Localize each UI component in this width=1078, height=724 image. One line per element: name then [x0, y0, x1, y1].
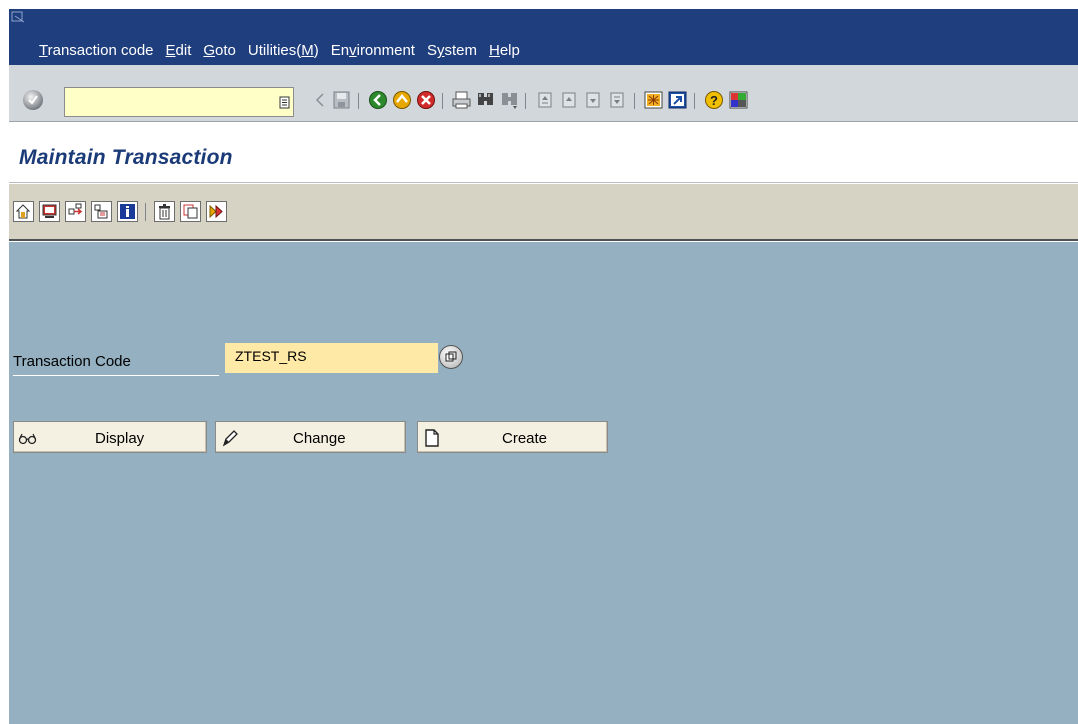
exit-icon[interactable] [392, 90, 413, 110]
menu-utilities[interactable]: Utilities(M) [248, 42, 319, 59]
create-button-label: Create [502, 430, 548, 447]
page-title: Maintain Transaction [19, 146, 233, 169]
pencil-icon [222, 430, 238, 447]
layout-menu-icon[interactable] [728, 90, 749, 110]
last-page-icon[interactable] [607, 90, 628, 110]
menu-goto[interactable]: Goto [203, 42, 236, 59]
shortcut-icon[interactable] [667, 90, 688, 110]
svg-text:?: ? [710, 93, 718, 108]
save-icon[interactable] [331, 90, 352, 110]
value-help-icon[interactable] [439, 345, 463, 369]
transport-icon[interactable] [206, 201, 227, 222]
enter-icon[interactable] [23, 90, 43, 110]
display-button-label: Display [95, 430, 145, 447]
change-button[interactable]: Change [215, 421, 406, 453]
first-page-icon[interactable] [535, 90, 556, 110]
back-icon[interactable] [368, 90, 389, 110]
previous-page-icon[interactable] [559, 90, 580, 110]
standard-toolbar: ? [9, 65, 1078, 122]
where-used-icon[interactable] [65, 201, 86, 222]
toolbar-separator [525, 93, 526, 109]
new-document-icon [425, 429, 439, 447]
display-glasses-icon [18, 433, 37, 445]
information-icon[interactable] [117, 201, 138, 222]
copy-icon[interactable] [180, 201, 201, 222]
create-button[interactable]: Create [417, 421, 608, 453]
command-field[interactable] [64, 87, 294, 117]
menu-environment[interactable]: Environment [331, 42, 415, 59]
menu-system[interactable]: System [427, 42, 477, 59]
find-next-icon[interactable] [499, 90, 520, 110]
menu-help[interactable]: Help [489, 42, 520, 59]
menu-edit[interactable]: Edit [166, 42, 192, 59]
transaction-code-input[interactable] [225, 343, 438, 373]
toolbar-separator [694, 93, 695, 109]
toolbar-separator [442, 93, 443, 109]
find-icon[interactable] [475, 90, 496, 110]
toolbar-separator [145, 203, 146, 221]
screen-title-bar: Maintain Transaction [9, 122, 1078, 183]
create-session-icon[interactable] [643, 90, 664, 110]
window-menu-icon[interactable] [11, 11, 25, 23]
transaction-code-field[interactable] [225, 343, 438, 373]
display-button[interactable]: Display [13, 421, 207, 453]
command-history-icon[interactable] [279, 96, 290, 109]
toolbar-separator [358, 93, 359, 109]
label-underline [13, 375, 219, 376]
change-button-label: Change [293, 430, 346, 447]
cancel-icon[interactable] [416, 90, 437, 110]
command-input[interactable] [65, 88, 293, 116]
application-toolbar [9, 184, 1078, 241]
display-change-icon[interactable] [39, 201, 60, 222]
transaction-code-label: Transaction Code [13, 353, 131, 370]
print-icon[interactable] [451, 90, 472, 110]
toolbar-separator [634, 93, 635, 109]
other-object-icon[interactable] [13, 201, 34, 222]
delete-icon[interactable] [154, 201, 175, 222]
object-list-icon[interactable] [91, 201, 112, 222]
menu-items: Transaction code Edit Goto Utilities(M) … [39, 42, 532, 59]
menu-transaction-code[interactable]: Transaction code [39, 42, 154, 59]
help-icon[interactable]: ? [704, 90, 725, 110]
back-arrow-icon[interactable] [310, 90, 331, 110]
next-page-icon[interactable] [583, 90, 604, 110]
menu-bar: Transaction code Edit Goto Utilities(M) … [9, 9, 1078, 65]
content-area: Transaction Code Display Change Create [9, 242, 1078, 724]
